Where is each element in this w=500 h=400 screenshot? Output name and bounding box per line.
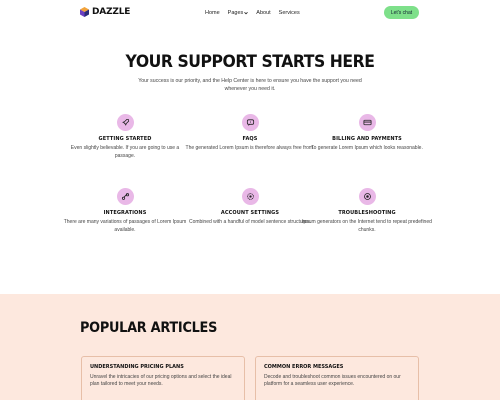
feature-desc: Combined with a handful of model sentenc… bbox=[188, 219, 311, 225]
feature-desc: Ipsum generators on the Internet tend to… bbox=[302, 219, 432, 233]
nav-item-home[interactable]: Home bbox=[205, 10, 220, 16]
target-icon bbox=[358, 188, 376, 205]
popular-articles-section: POPULAR ARTICLES UNDERSTANDING PRICING P… bbox=[0, 294, 500, 400]
article-card[interactable]: COMMON ERROR MESSAGES Decode and trouble… bbox=[255, 356, 419, 400]
feature-title: INTEGRATIONS bbox=[103, 210, 147, 216]
feature-title: GETTING STARTED bbox=[98, 136, 152, 142]
nav-item-pages-label: Pages bbox=[227, 10, 244, 16]
nav-item-services[interactable]: Services bbox=[279, 10, 300, 16]
cube-logo-icon bbox=[80, 7, 89, 17]
feature-faqs[interactable]: FAQS The generated Lorem Ipsum is theref… bbox=[185, 114, 315, 153]
feature-desc: The generated Lorem Ipsum is therefore a… bbox=[185, 145, 315, 151]
nav-item-about[interactable]: About bbox=[256, 10, 270, 16]
section-title: POPULAR ARTICLES bbox=[80, 320, 218, 336]
article-desc: Unravel the intricacies of our pricing o… bbox=[90, 374, 232, 387]
feature-getting-started[interactable]: GETTING STARTED Even slightly believable… bbox=[60, 114, 190, 160]
nav-item-pages[interactable]: Pages bbox=[228, 10, 249, 16]
lets-chat-button[interactable]: Let's chat bbox=[384, 6, 419, 19]
feature-desc: There are many variations of passages of… bbox=[63, 219, 187, 233]
gear-icon bbox=[241, 188, 259, 205]
feature-troubleshooting[interactable]: TROUBLESHOOTING Ipsum generators on the … bbox=[302, 188, 432, 234]
feature-integrations[interactable]: INTEGRATIONS There are many variations o… bbox=[60, 188, 190, 234]
navbar: DAZZLE Home Pages About Services Let's c… bbox=[0, 0, 500, 26]
brand-logo[interactable]: DAZZLE bbox=[80, 7, 130, 17]
brand-name: DAZZLE bbox=[92, 7, 131, 17]
article-card[interactable]: UNDERSTANDING PRICING PLANS Unravel the … bbox=[81, 356, 245, 400]
hero-subtitle: Your success is our priority, and the He… bbox=[138, 78, 362, 92]
chevron-down-icon bbox=[244, 11, 249, 15]
rocket-icon bbox=[116, 114, 134, 131]
article-desc: Decode and troubleshoot common issues en… bbox=[264, 374, 401, 387]
feature-title: ACCOUNT SETTINGS bbox=[220, 210, 280, 216]
link-icon bbox=[116, 188, 134, 205]
page-title: YOUR SUPPORT STARTS HERE bbox=[125, 52, 375, 72]
chat-icon bbox=[241, 114, 259, 131]
feature-desc: To generate Lorem Ipsum which looks reas… bbox=[311, 145, 423, 151]
article-title: COMMON ERROR MESSAGES bbox=[264, 364, 344, 370]
feature-billing[interactable]: BILLING AND PAYMENTS To generate Lorem I… bbox=[302, 114, 432, 153]
feature-title: BILLING AND PAYMENTS bbox=[332, 136, 402, 142]
feature-desc: Even slightly believable. If you are goi… bbox=[70, 145, 180, 159]
article-title: UNDERSTANDING PRICING PLANS bbox=[90, 364, 184, 370]
feature-title: FAQS bbox=[242, 136, 258, 142]
main-menu: Home Pages About Services bbox=[205, 10, 300, 16]
feature-title: TROUBLESHOOTING bbox=[338, 210, 396, 216]
feature-account-settings[interactable]: ACCOUNT SETTINGS Combined with a handful… bbox=[185, 188, 315, 227]
card-icon bbox=[358, 114, 376, 131]
